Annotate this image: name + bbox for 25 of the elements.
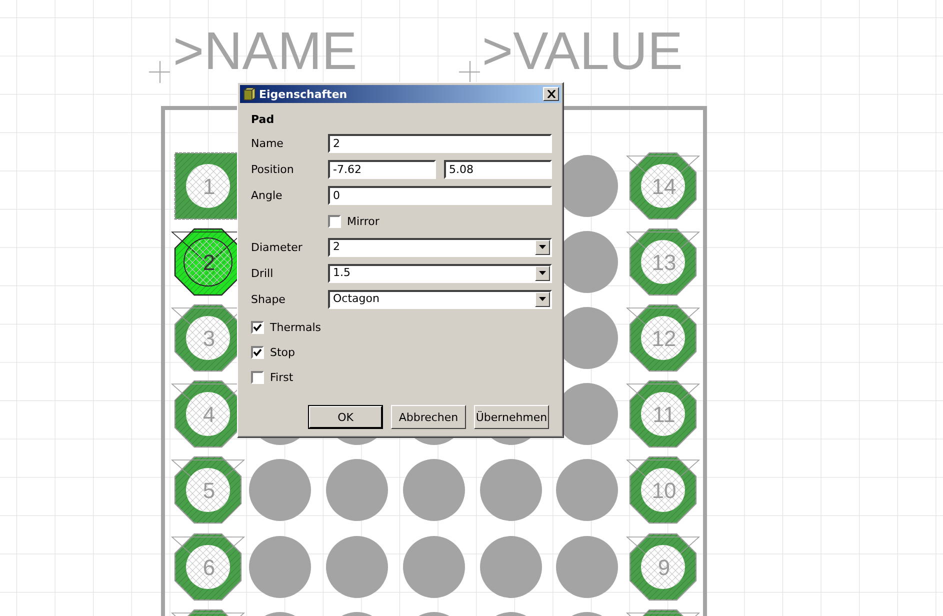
checkbox-label: Mirror	[347, 214, 380, 228]
window-title: Eigenschaften	[259, 88, 348, 100]
pad-number: 3	[202, 326, 216, 351]
pad-number: 14	[652, 174, 676, 199]
field-label: Diameter	[251, 240, 304, 254]
pad-number: 9	[658, 555, 670, 580]
checkbox-label: Stop	[270, 346, 296, 359]
name-placeholder-text: >NAME	[173, 22, 358, 81]
field-label: Angle	[251, 188, 284, 202]
pad-number: 1	[202, 174, 216, 199]
field-label: Shape	[251, 292, 286, 306]
pad-number: 13	[652, 250, 676, 275]
field-label: Position	[251, 162, 295, 176]
field-label: Name	[251, 136, 284, 150]
pad-number: 10	[652, 478, 676, 503]
pad-number: 12	[652, 326, 676, 351]
pad-number: 6	[202, 555, 216, 580]
value-placeholder-text: >VALUE	[482, 22, 683, 81]
section-heading: Pad	[251, 113, 276, 128]
checkbox-label: Thermals	[270, 321, 322, 334]
checkbox-label: First	[270, 371, 294, 384]
field-label: Drill	[251, 266, 274, 280]
pad-number: 5	[202, 478, 216, 503]
pad-number: 11	[652, 402, 676, 427]
pad-number: 4	[202, 402, 216, 427]
